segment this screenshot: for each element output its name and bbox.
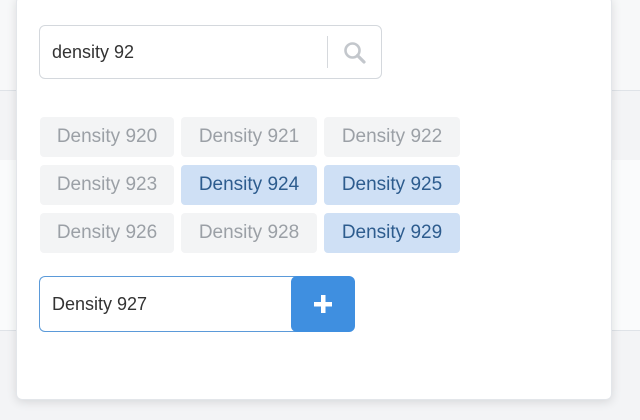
tag-chip[interactable]: Density 924: [181, 165, 317, 205]
search-box: [39, 25, 382, 79]
tag-chip[interactable]: Density 920: [40, 117, 174, 157]
add-tag-button[interactable]: [291, 276, 355, 332]
tag-chip[interactable]: Density 925: [324, 165, 460, 205]
search-icon[interactable]: [340, 38, 370, 68]
tag-chip[interactable]: Density 928: [181, 213, 317, 253]
new-tag-input[interactable]: [39, 276, 299, 332]
search-input[interactable]: [52, 26, 324, 78]
tag-chip[interactable]: Density 921: [181, 117, 317, 157]
add-tag-row: [39, 276, 355, 332]
search-divider: [327, 36, 328, 68]
tag-chip[interactable]: Density 922: [324, 117, 460, 157]
tag-chip[interactable]: Density 929: [324, 213, 460, 253]
tag-chip[interactable]: Density 923: [40, 165, 174, 205]
tag-chip[interactable]: Density 926: [40, 213, 174, 253]
tag-picker-popup: Density 920 Density 921 Density 922 Dens…: [16, 0, 612, 400]
plus-icon: [314, 295, 332, 313]
